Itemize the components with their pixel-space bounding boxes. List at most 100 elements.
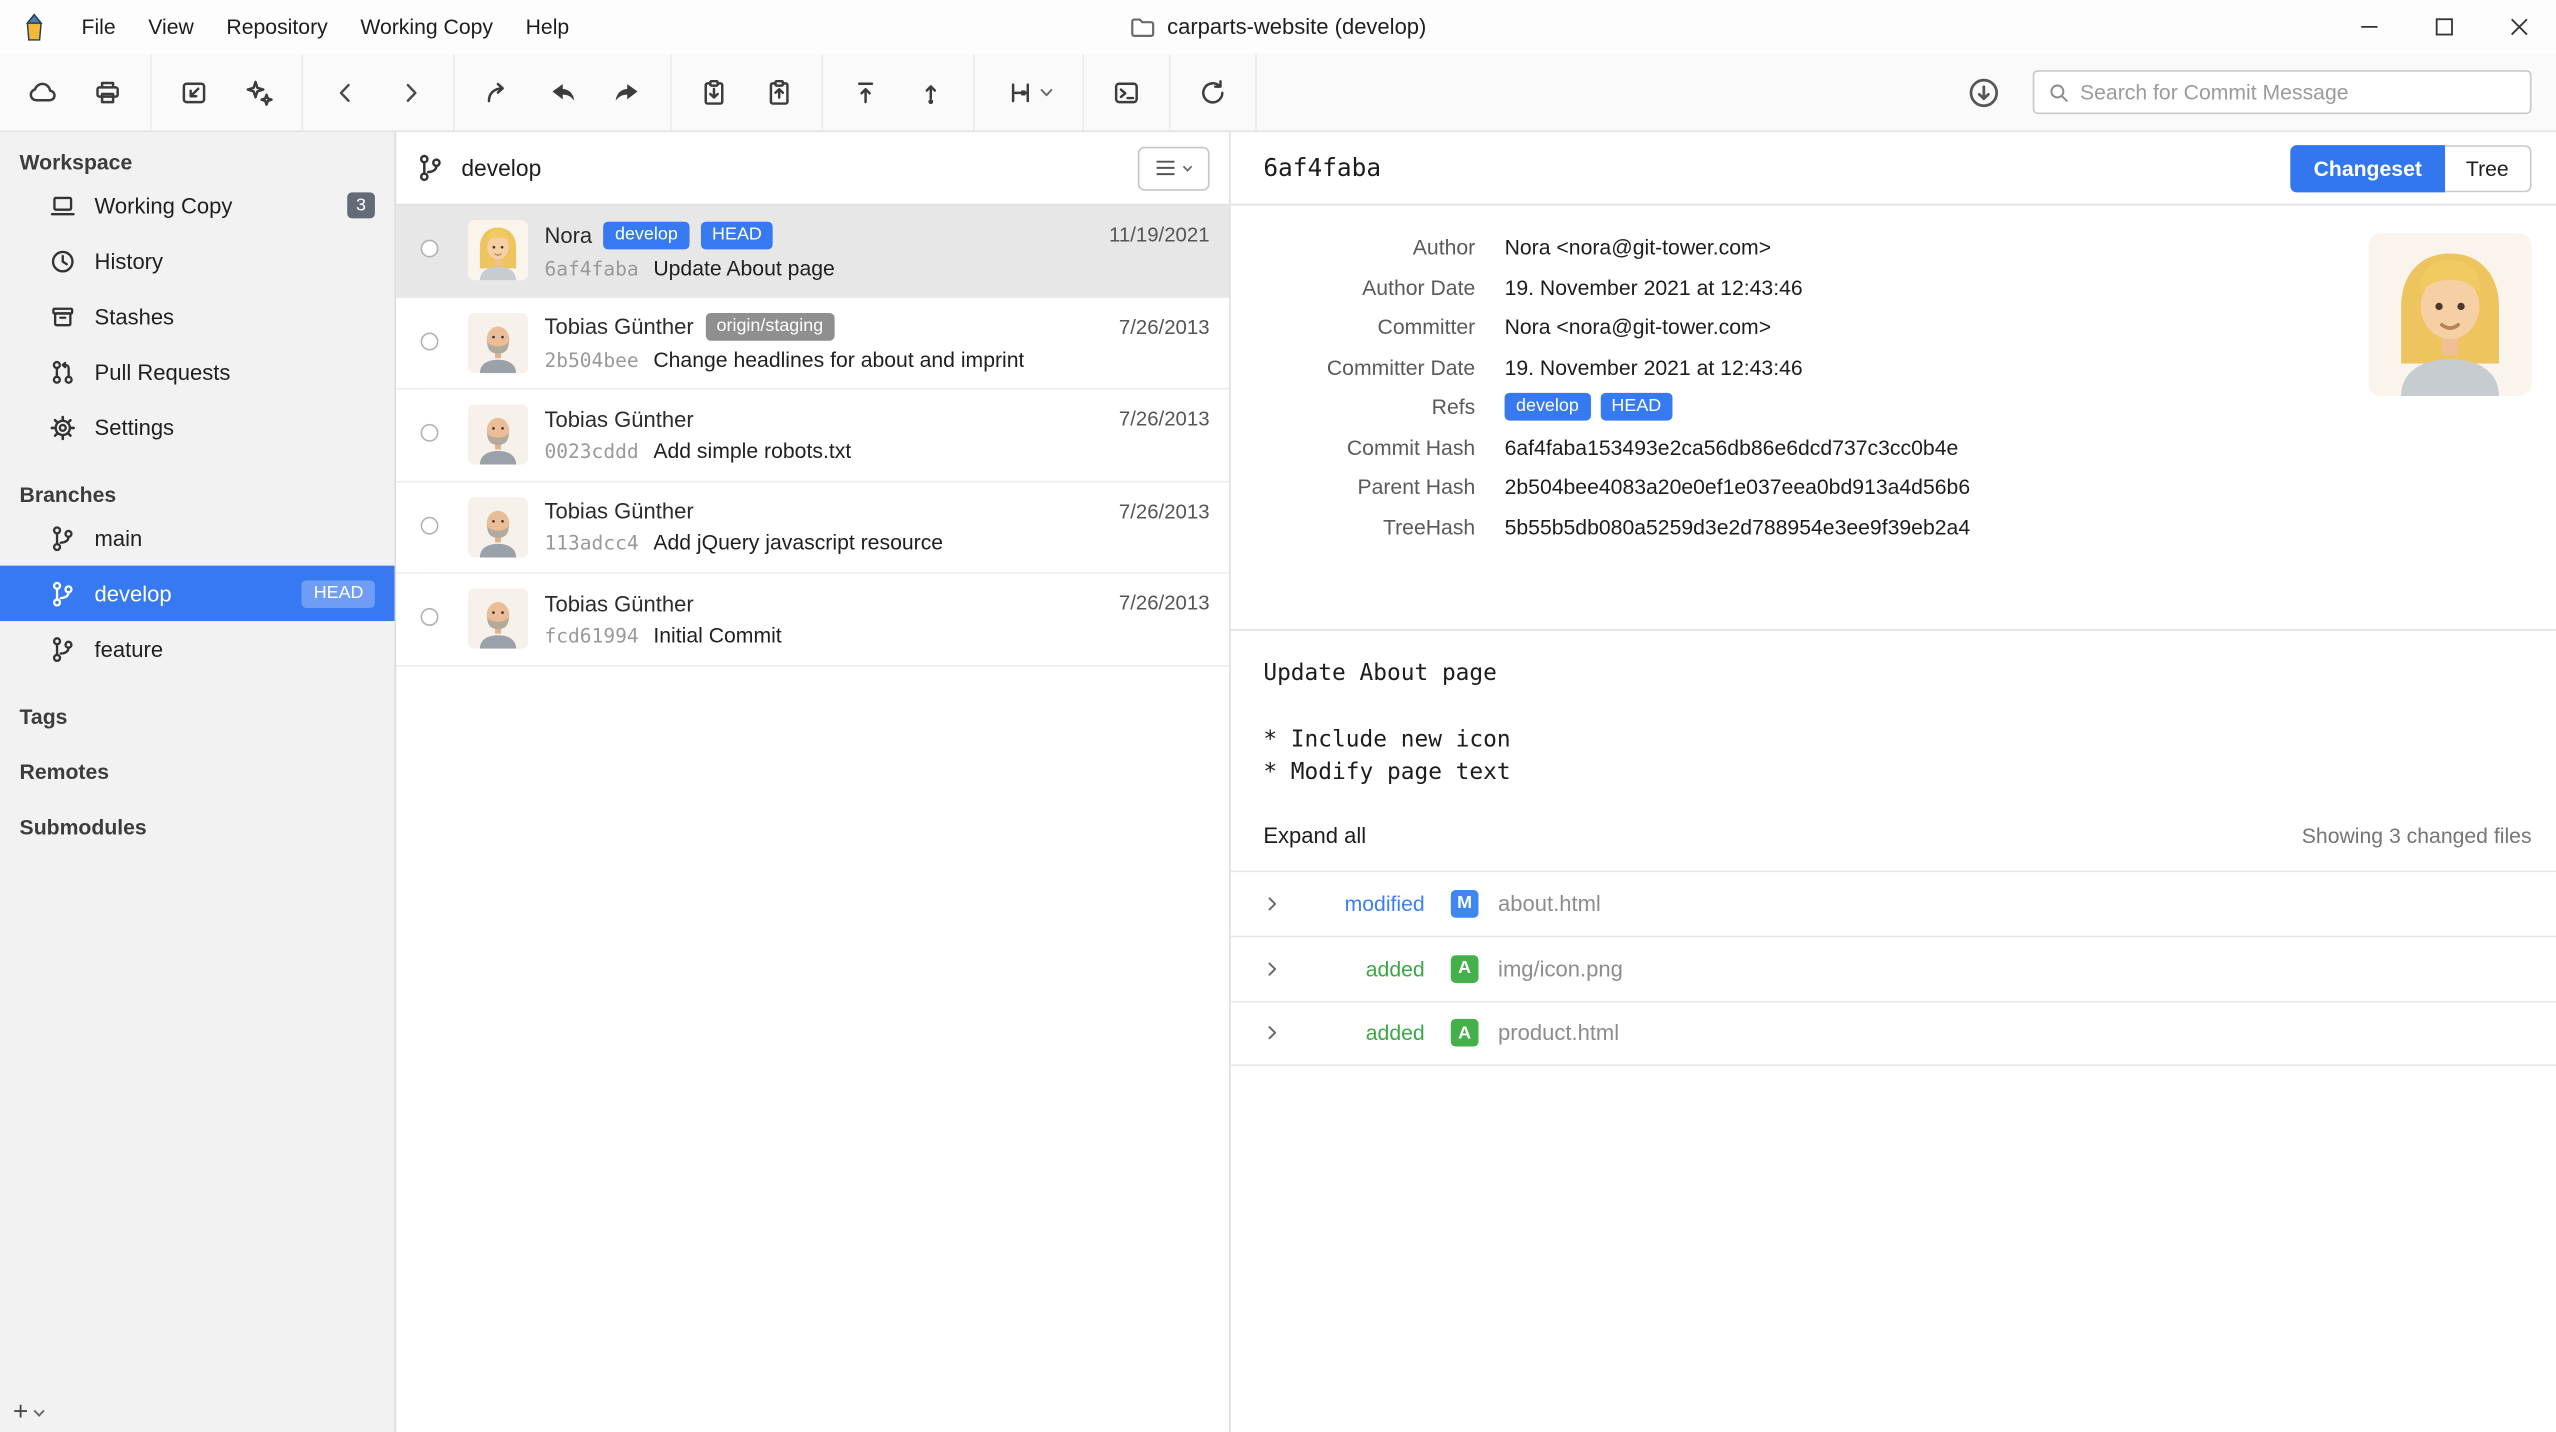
commit-row-0023cddd[interactable]: Tobias Günther 7/26/2013 0023cddd Add si… (396, 390, 1229, 482)
sidebar-item-stashes[interactable]: Stashes (0, 289, 394, 344)
tower-logo-icon (20, 12, 49, 41)
sidebar-item-label: Pull Requests (95, 359, 231, 383)
hamburger-icon (1155, 160, 1175, 176)
commit-author: Tobias Günther (544, 407, 693, 431)
avatar-tobias (468, 497, 528, 557)
close-button[interactable] (2481, 0, 2556, 54)
sidebar-item-label: Stashes (95, 304, 175, 328)
history-filter-button[interactable] (985, 63, 1073, 122)
sidebar-item-pull-requests[interactable]: Pull Requests (0, 344, 394, 399)
commit-row-6af4faba[interactable]: Nora develop HEAD 11/19/2021 6af4faba Up… (396, 205, 1229, 297)
commit-hash-value: 6af4faba153493e2ca56db86e6dcd737c3cc0b4e (1505, 433, 2328, 461)
commit-author: Tobias Günther (544, 315, 693, 339)
graph-node-icon (421, 608, 439, 626)
search-input[interactable] (2080, 80, 2517, 104)
working-copy-count-badge: 3 (347, 192, 375, 218)
ref-badge-head: HEAD (1600, 393, 1673, 421)
commit-search-box (2033, 70, 2532, 114)
archive-box-icon (49, 302, 77, 330)
sidebar-item-label: Working Copy (95, 193, 233, 217)
maximize-button[interactable] (2406, 0, 2481, 54)
sidebar-branch-develop[interactable]: develop HEAD (0, 566, 394, 621)
sidebar-add-button[interactable]: + (13, 1398, 46, 1427)
avatar-nora-large (2369, 233, 2532, 396)
submodules-section-header[interactable]: Submodules (0, 810, 394, 843)
commit-hash: 113adcc4 (544, 532, 638, 555)
menu-working-copy[interactable]: Working Copy (344, 0, 509, 54)
refresh-button[interactable] (1180, 63, 1245, 122)
tab-changeset[interactable]: Changeset (2291, 144, 2445, 191)
chevron-down-icon (33, 1408, 46, 1418)
commit-row-113adcc4[interactable]: Tobias Günther 7/26/2013 113adcc4 Add jQ… (396, 482, 1229, 574)
back-button[interactable] (313, 63, 378, 122)
chevron-right-icon[interactable] (1263, 1024, 1281, 1042)
commit-date: 7/26/2013 (1109, 500, 1209, 523)
download-commits-button[interactable] (1951, 63, 2016, 122)
commit-summary: Tobias Günther 7/26/2013 0023cddd Add si… (544, 407, 1209, 462)
sidebar-item-settings[interactable]: Settings (0, 399, 394, 454)
plus-icon: + (13, 1398, 28, 1427)
minimize-button[interactable] (2331, 0, 2406, 54)
sidebar-item-label: Settings (95, 415, 175, 439)
author-date-value: 19. November 2021 at 12:43:46 (1505, 273, 2328, 301)
push-button[interactable] (898, 63, 963, 122)
forward-arrow-button[interactable] (595, 63, 660, 122)
share-arrow-button[interactable] (465, 63, 530, 122)
sidebar-item-label: main (95, 526, 143, 550)
print-button[interactable] (75, 63, 140, 122)
commit-detail-panel: 6af4faba Changeset Tree Author Nora <nor… (1231, 132, 2556, 1432)
commit-list-panel: develop Nora develop (396, 132, 1231, 1432)
pull-button[interactable] (833, 63, 898, 122)
titlebar: File View Repository Working Copy Help c… (0, 0, 2556, 54)
menu-help[interactable]: Help (509, 0, 585, 54)
commit-row-2b504bee[interactable]: Tobias Günther origin/staging 7/26/2013 … (396, 297, 1229, 389)
sidebar-item-history[interactable]: History (0, 233, 394, 288)
head-badge: HEAD (302, 580, 375, 608)
ref-badge-develop: develop (1505, 393, 1591, 421)
chevron-right-icon[interactable] (1263, 959, 1281, 977)
checkout-button[interactable] (161, 63, 226, 122)
graph-node-icon (421, 332, 439, 350)
field-label: Refs (1263, 393, 1475, 421)
menu-view[interactable]: View (132, 0, 210, 54)
cleanup-button[interactable] (227, 63, 292, 122)
file-row-product-html[interactable]: added A product.html (1231, 1000, 2556, 1065)
file-row-about-html[interactable]: modified M about.html (1231, 870, 2556, 935)
menu-file[interactable]: File (65, 0, 132, 54)
avatar-nora (468, 220, 528, 280)
sidebar-branch-main[interactable]: main (0, 510, 394, 565)
menu-repository[interactable]: Repository (210, 0, 344, 54)
tags-section-header[interactable]: Tags (0, 699, 394, 732)
remotes-section-header[interactable]: Remotes (0, 755, 394, 788)
reply-arrow-button[interactable] (530, 63, 595, 122)
forward-button[interactable] (378, 63, 443, 122)
commit-message: Add jQuery javascript resource (653, 530, 943, 554)
commit-author: Tobias Günther (544, 499, 693, 523)
sidebar-item-label: feature (95, 637, 164, 661)
field-label: Committer (1263, 313, 1475, 341)
terminal-button[interactable] (1094, 63, 1159, 122)
avatar-tobias (468, 589, 528, 649)
chevron-down-icon (1039, 87, 1052, 97)
field-label: Author Date (1263, 273, 1475, 301)
commit-date: 7/26/2013 (1109, 408, 1209, 431)
message-line: * Modify page text (1263, 756, 2523, 789)
stash-apply-button[interactable] (747, 63, 812, 122)
sidebar-branch-feature[interactable]: feature (0, 621, 394, 676)
commit-row-fcd61994[interactable]: Tobias Günther 7/26/2013 fcd61994 Initia… (396, 574, 1229, 666)
tab-tree[interactable]: Tree (2445, 144, 2532, 191)
chevron-right-icon[interactable] (1263, 894, 1281, 912)
clock-icon (49, 247, 77, 275)
file-row-img-icon-png[interactable]: added A img/icon.png (1231, 935, 2556, 1000)
commit-hash: fcd61994 (544, 624, 638, 647)
committer-date-value: 19. November 2021 at 12:43:46 (1505, 353, 2328, 381)
file-status: added (1294, 1020, 1424, 1044)
sidebar-item-working-copy[interactable]: Working Copy 3 (0, 178, 394, 233)
expand-all-button[interactable]: Expand all (1263, 822, 1366, 846)
commit-hash: 2b504bee (544, 349, 638, 372)
fetch-button[interactable] (10, 63, 75, 122)
tower-app-window: File View Repository Working Copy Help c… (0, 0, 2556, 1432)
field-label: Parent Hash (1263, 473, 1475, 501)
stash-save-button[interactable] (681, 63, 746, 122)
list-options-button[interactable] (1138, 146, 1210, 190)
